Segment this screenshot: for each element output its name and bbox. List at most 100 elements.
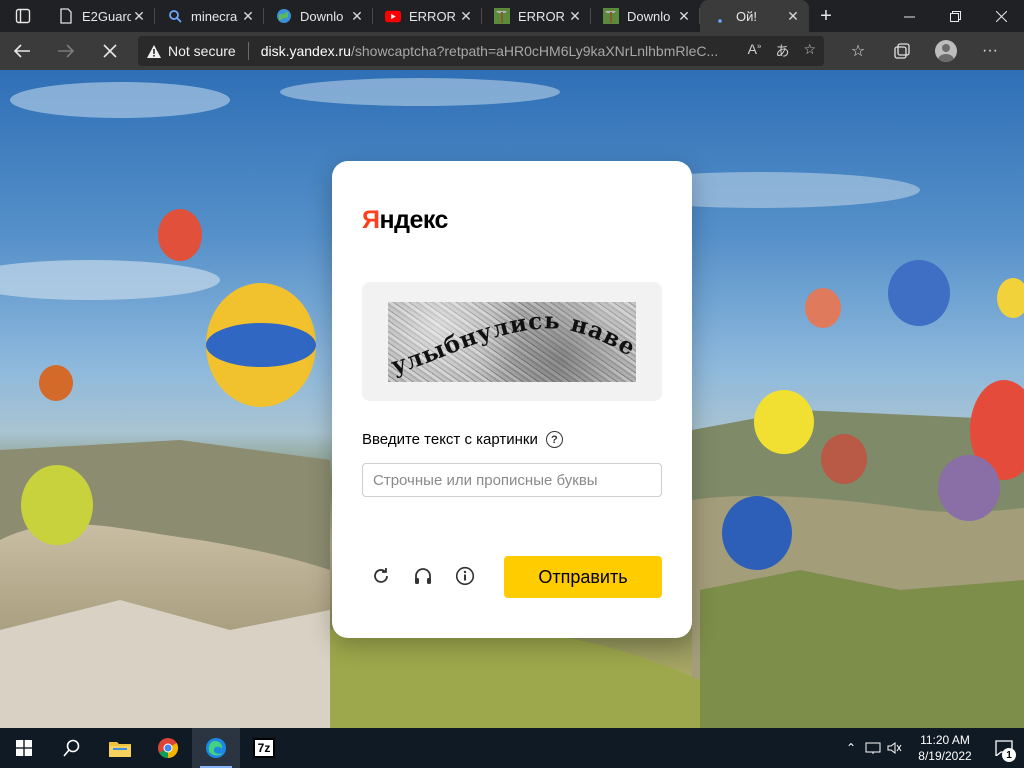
add-favorite-icon[interactable]: ☆ — [803, 41, 816, 61]
clock[interactable]: 11:20 AM 8/19/2022 — [906, 732, 984, 764]
close-icon[interactable]: ✕ — [349, 8, 365, 25]
window-controls — [886, 0, 1024, 32]
7zip-button[interactable]: 7z — [240, 728, 288, 768]
windows-taskbar: 7z ⌃ 11:20 AM 8/19/2022 1 — [0, 728, 1024, 768]
tab-e2guardian[interactable]: E2Guard ✕ — [46, 0, 155, 32]
start-icon — [16, 740, 32, 756]
close-icon[interactable]: ✕ — [240, 8, 256, 25]
clock-date: 8/19/2022 — [918, 749, 972, 763]
stop-loading-button[interactable] — [88, 32, 132, 70]
tab-label: ERROR — [409, 8, 456, 24]
stop-icon — [103, 44, 117, 58]
close-icon[interactable]: ✕ — [567, 8, 583, 25]
globe-icon — [276, 8, 292, 24]
close-window-button[interactable] — [978, 0, 1024, 32]
help-icon[interactable]: ? — [545, 431, 563, 448]
info-icon — [455, 566, 475, 586]
notification-badge: 1 — [1002, 748, 1016, 762]
info-button[interactable] — [454, 565, 476, 587]
clock-time: 11:20 AM — [920, 733, 970, 747]
chevron-up-icon[interactable]: ⌃ — [840, 741, 862, 755]
edge-icon — [206, 738, 226, 758]
browser-toolbar: Not secure disk.yandex.ru/showcaptcha?re… — [0, 32, 1024, 70]
tab-download-2[interactable]: Downlo ✕ — [591, 0, 700, 32]
new-tab-button[interactable]: + — [809, 0, 843, 32]
forward-arrow-icon — [58, 44, 75, 58]
chrome-button[interactable] — [144, 728, 192, 768]
collections-button[interactable] — [880, 32, 924, 70]
minimize-icon — [903, 16, 915, 17]
captcha-field-label: Введите текст с картинки ? — [362, 431, 563, 448]
close-icon — [995, 10, 1007, 22]
loading-icon — [712, 8, 728, 24]
close-icon[interactable]: ✕ — [131, 8, 147, 25]
page-viewport: Яндекс улыбнулись навеки Введите текст с… — [0, 70, 1024, 728]
url-domain: disk.yandex.ru — [260, 43, 351, 59]
tab-label: Downlo — [300, 8, 344, 24]
audio-captcha-button[interactable] — [412, 565, 434, 587]
chrome-icon — [158, 738, 179, 759]
submit-button[interactable]: Отправить — [504, 556, 662, 598]
refresh-captcha-button[interactable] — [370, 565, 392, 587]
search-icon — [167, 8, 183, 24]
tab-error-minecraft[interactable]: ERROR ✕ — [482, 0, 591, 32]
restore-button[interactable] — [932, 0, 978, 32]
tab-download-1[interactable]: Downlo ✕ — [264, 0, 373, 32]
separator — [247, 42, 249, 60]
volume-icon[interactable] — [884, 741, 906, 755]
edge-button[interactable] — [192, 728, 240, 768]
tab-minecraft-search[interactable]: minecra ✕ — [155, 0, 264, 32]
security-indicator[interactable]: Not secure — [146, 43, 236, 59]
captcha-card: Яндекс улыбнулись навеки Введите текст с… — [332, 161, 692, 638]
svg-text:улыбнулись навеки: улыбнулись навеки — [388, 302, 636, 380]
tab-error-youtube[interactable]: ERROR ✕ — [373, 0, 482, 32]
headphones-icon — [415, 568, 431, 584]
close-icon[interactable]: ✕ — [458, 8, 474, 25]
captcha-image-container: улыбнулись навеки — [362, 282, 662, 401]
tab-label: ERROR — [518, 8, 565, 24]
minimize-button[interactable] — [886, 0, 932, 32]
profile-button[interactable] — [924, 32, 968, 70]
forward-button[interactable] — [44, 32, 88, 70]
plus-icon: + — [820, 4, 832, 27]
read-aloud-icon[interactable]: A» — [748, 41, 762, 61]
address-bar-actions: A» あ ☆ — [748, 41, 816, 61]
more-icon: ··· — [982, 42, 998, 59]
settings-menu-button[interactable]: ··· — [968, 32, 1012, 70]
captcha-tools — [370, 565, 476, 587]
restore-icon — [949, 10, 961, 22]
start-button[interactable] — [0, 728, 48, 768]
address-bar[interactable]: Not secure disk.yandex.ru/showcaptcha?re… — [138, 36, 824, 66]
back-button[interactable] — [0, 32, 44, 70]
favorites-icon: ☆ — [850, 43, 866, 60]
url-text[interactable]: disk.yandex.ru/showcaptcha?retpath=aHR0c… — [261, 43, 740, 59]
search-icon — [63, 739, 80, 757]
favorites-button[interactable]: ☆ — [836, 32, 880, 70]
refresh-icon — [374, 568, 388, 583]
warning-icon — [147, 44, 161, 58]
avatar-icon — [935, 40, 957, 62]
tab-oops-active[interactable]: Ой! ✕ — [700, 0, 809, 32]
tab-label: minecra — [191, 8, 238, 24]
7zip-icon: 7z — [252, 738, 276, 758]
yandex-logo[interactable]: Яндекс — [362, 206, 448, 235]
security-label: Not secure — [168, 43, 236, 59]
file-explorer-button[interactable] — [96, 728, 144, 768]
captcha-answer-input[interactable] — [362, 463, 662, 497]
network-icon[interactable] — [862, 741, 884, 755]
close-icon[interactable]: ✕ — [785, 8, 801, 25]
pickaxe-icon — [494, 8, 510, 24]
url-path: /showcaptcha?retpath=aHR0cHM6Ly9kaXNrLnl… — [350, 43, 719, 59]
notification-center-button[interactable]: 1 — [984, 728, 1024, 768]
file-explorer-icon — [109, 742, 131, 757]
tab-actions-button[interactable] — [0, 0, 46, 32]
collections-icon — [894, 43, 910, 59]
captcha-text: улыбнулись навеки — [388, 302, 636, 380]
tab-actions-icon — [15, 8, 31, 24]
translate-icon[interactable]: あ — [775, 41, 789, 61]
tab-label: Downlo — [627, 8, 671, 24]
youtube-icon — [385, 8, 401, 24]
close-icon[interactable]: ✕ — [676, 8, 692, 25]
taskbar-search-button[interactable] — [48, 728, 96, 768]
system-tray: ⌃ 11:20 AM 8/19/2022 1 — [840, 728, 1024, 768]
